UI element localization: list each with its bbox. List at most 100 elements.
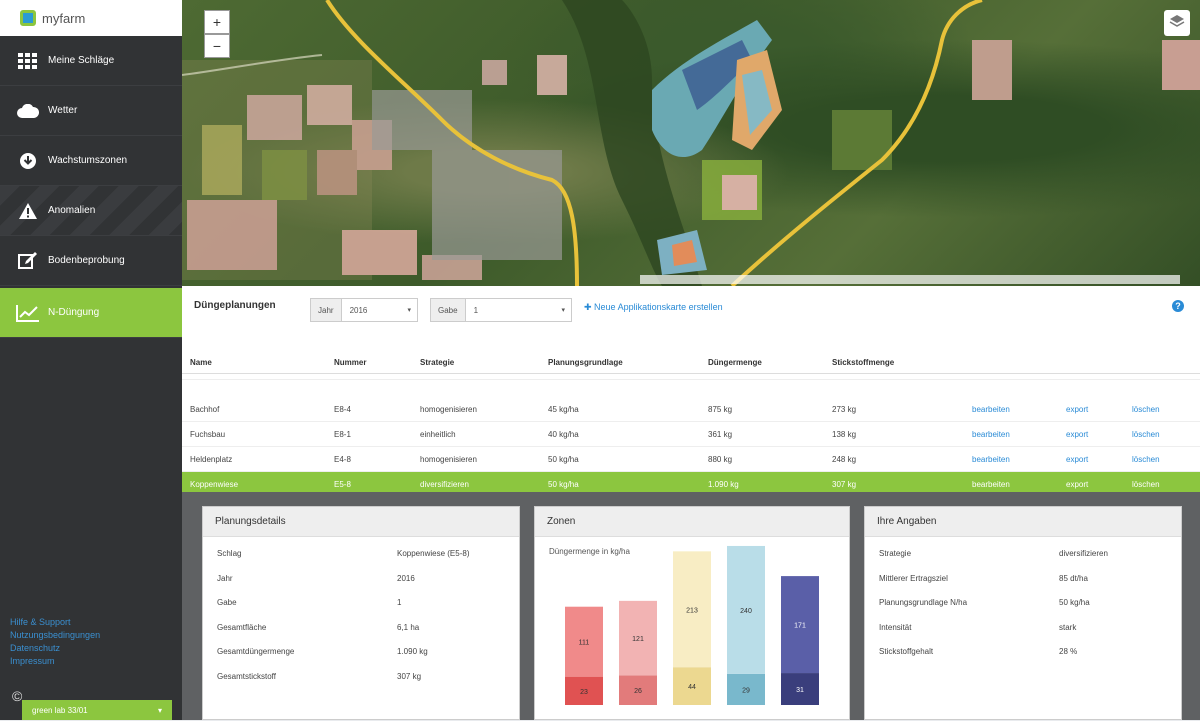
detail-label: Gesamtstickstoff [217,671,276,681]
detail-row: Gesamtfläche 6,1 ha [217,623,505,637]
sidebar-item-bodenbeprobung[interactable]: Bodenbeprobung [0,236,182,286]
chart-line-icon [16,304,40,322]
edit-link[interactable]: bearbeiten [972,447,1010,471]
zone-label-upper: 171 [794,623,806,630]
export-link[interactable]: export [1066,397,1088,421]
table-row[interactable]: Fuchsbau E8-1 einheitlich 40 kg/ha 361 kg 138… [182,422,1200,447]
col-header-basis[interactable]: Planungsgrundlage [548,352,623,373]
new-application-map-link[interactable]: ✚ Neue Applikationskarte erstellen [584,302,723,313]
delete-link[interactable]: löschen [1132,397,1160,421]
sidebar-item-anomalien[interactable]: Anomalien [0,186,182,236]
export-link[interactable]: export [1066,447,1088,471]
footer-link-help[interactable]: Hilfe & Support [10,616,100,629]
chevron-down-icon: ▾ [561,307,565,314]
year-select[interactable]: Jahr 2016 ▾ [310,298,418,322]
sidebar-item-wachstumszonen[interactable]: Wachstumszonen [0,136,182,186]
zone-label-lower: 29 [742,687,750,694]
col-header-fertilizer[interactable]: Düngermenge [708,352,762,373]
layers-button[interactable] [1164,10,1190,36]
detail-value: 1.090 kg [397,647,428,656]
detail-row: Jahr 2016 [217,574,505,588]
sidebar-item-label: Wachstumszonen [48,155,128,166]
zone-label-upper: 121 [632,636,644,643]
cell-basis: 50 kg/ha [548,454,579,464]
detail-label: Intensität [879,622,912,632]
col-header-name[interactable]: Name [190,352,212,373]
col-header-number[interactable]: Nummer [334,352,366,373]
logo-icon [20,10,36,26]
panel-title: Planungsdetails [203,507,519,537]
gift-select[interactable]: Gabe 1 ▾ [430,298,572,322]
logo[interactable]: myfarm [0,0,182,36]
sidebar-item-n-duengung[interactable]: N-Düngung [0,288,182,338]
delete-link[interactable]: löschen [1132,447,1160,471]
cell-strategy: homogenisieren [420,454,477,464]
detail-value: 1 [397,598,402,607]
edit-link[interactable]: bearbeiten [972,397,1010,421]
zone-label-lower: 23 [580,689,588,696]
detail-value: 6,1 ha [397,622,420,632]
edit-link[interactable]: bearbeiten [972,422,1010,446]
sidebar-item-meine-schlaege[interactable]: Meine Schläge [0,36,182,86]
cell-name: Fuchsbau [190,429,226,439]
table-row[interactable]: Bachhof E8-4 homogenisieren 45 kg/ha 875 kg 2… [182,397,1200,422]
delete-link[interactable]: löschen [1132,422,1160,446]
sidebar-item-wetter[interactable]: Wetter [0,86,182,136]
export-link[interactable]: export [1066,422,1088,446]
download-circle-icon [16,152,40,170]
detail-row: Schlag Koppenwiese (E5-8) [217,549,505,563]
detail-row: Gesamtdüngermenge 1.090 kg [217,647,505,661]
satellite-map[interactable]: + − [182,0,1200,286]
table-row[interactable]: Heldenplatz E4-8 homogenisieren 50 kg/ha 880… [182,447,1200,472]
detail-value: 85 dt/ha [1059,573,1088,583]
page-title: Düngeplanungen [194,300,276,311]
sidebar-item-label: N-Düngung [48,307,100,318]
cell-number: E4-8 [334,454,351,464]
logo-text: myfarm [42,10,86,26]
year-select-value: 2016 [349,305,368,315]
zone-label-upper: 240 [740,608,752,615]
detail-value: diversifizieren [1059,549,1108,558]
detail-row: Stickstoffgehalt 28 % [879,647,1167,661]
table-header: Name Nummer Strategie Planungsgrundlage … [182,352,1200,374]
detail-value: 28 % [1059,647,1078,656]
detail-label: Mittlerer Ertragsziel [879,573,948,583]
planning-table: Name Nummer Strategie Planungsgrundlage … [182,342,1200,497]
zone-label-upper: 213 [686,607,698,614]
detail-label: Schlag [217,549,242,558]
detail-value: 50 kg/ha [1059,598,1090,607]
detail-row: Strategie diversifizieren [879,549,1167,563]
cell-name: Heldenplatz [190,454,233,464]
col-header-strategy[interactable]: Strategie [420,352,454,373]
cell-number: E8-1 [334,429,351,439]
sidebar: myfarm Meine Schläge Wetter Wachstumszon… [0,0,182,720]
map-attribution [640,275,1180,284]
cell-fertilizer: 361 kg [708,429,733,439]
detail-label: Jahr [217,573,233,583]
detail-row: Gabe 1 [217,598,505,612]
zoom-out-button[interactable]: − [204,34,230,58]
cloud-icon [16,102,40,120]
col-header-nitrogen[interactable]: Stickstoffmenge [832,352,894,373]
sidebar-item-label: Anomalien [48,205,96,216]
sidebar-item-label: Wetter [48,105,78,116]
cell-basis: 40 kg/ha [548,429,579,439]
table-row[interactable]: AchsteileE8-1homogenisieren35 kg/ha586 k… [182,372,1200,380]
detail-value: stark [1059,622,1077,632]
footer-link-imprint[interactable]: Impressum [10,655,100,668]
footer-link-terms[interactable]: Nutzungsbedingungen [10,629,100,642]
help-icon[interactable]: ? [1172,300,1184,312]
cell-strategy: einheitlich [420,429,456,439]
chevron-down-icon: ▾ [157,705,162,715]
panel-title: Ihre Angaben [865,507,1181,537]
cell-nitrogen: 138 kg [832,429,857,439]
cell-basis: 45 kg/ha [548,404,579,414]
zoom-in-button[interactable]: + [204,10,230,34]
footer-link-privacy[interactable]: Datenschutz [10,642,100,655]
account-button[interactable]: green lab 33/01 ▾ [22,700,172,720]
cell-nitrogen: 248 kg [832,454,857,464]
cell-fertilizer: 880 kg [708,454,733,464]
gift-select-value: 1 [473,305,479,315]
grid-icon [16,52,40,70]
detail-row: Planungsgrundlage N/ha 50 kg/ha [879,598,1167,612]
